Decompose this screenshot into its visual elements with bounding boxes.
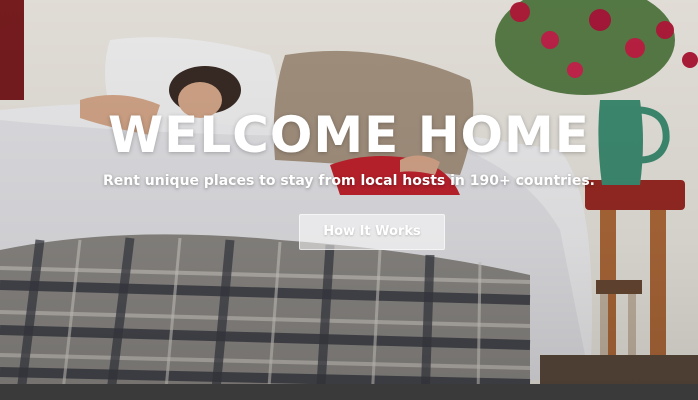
hero-dim-overlay [0, 0, 698, 400]
bottom-strip [0, 384, 698, 400]
hero-section: WELCOME HOME Rent unique places to stay … [0, 0, 698, 400]
hero-subheadline: Rent unique places to stay from local ho… [103, 173, 595, 189]
how-it-works-button[interactable]: How It Works [299, 214, 445, 250]
hero-headline: WELCOME HOME [108, 106, 590, 164]
